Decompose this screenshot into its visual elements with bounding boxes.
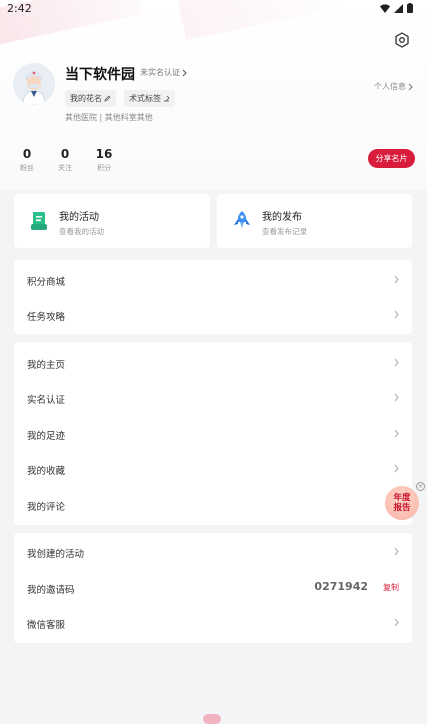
chevron-right-icon	[394, 275, 399, 284]
signal-icon	[394, 3, 403, 13]
menu-item-invite-code: 我的邀请码 0271942 复制	[14, 570, 412, 605]
my-posts-card[interactable]: 我的发布 查看发布记录	[217, 194, 412, 248]
chevron-right-icon	[394, 464, 399, 473]
status-time: 2:42	[7, 2, 32, 15]
my-activities-title: 我的活动	[59, 212, 99, 223]
activity-icon	[31, 212, 47, 230]
verify-status-label: 未实名认证	[140, 68, 180, 77]
menu-item-label: 我的收藏	[27, 466, 66, 477]
stat-following-value: 0	[60, 147, 70, 161]
menu-item-comments[interactable]: 我的评论	[14, 487, 412, 522]
menu-item-label: 微信客服	[27, 620, 66, 631]
chevron-right-icon	[408, 83, 413, 90]
profile-name: 当下软件园	[65, 67, 135, 83]
menu-item-label: 任务攻略	[27, 312, 66, 323]
chevron-right-icon	[394, 310, 399, 319]
my-activities-card[interactable]: 我的活动 查看我的活动	[14, 194, 210, 248]
nickname-tag[interactable]: 我的花名	[65, 90, 116, 107]
menu-item-label: 我创建的活动	[27, 549, 85, 560]
menu-item-label: 我的足迹	[27, 431, 66, 442]
invite-code-value: 0271942	[314, 580, 368, 593]
bottom-indicator	[203, 714, 221, 724]
menu-item-label: 我的主页	[27, 360, 66, 371]
annual-report-line1: 年度	[393, 493, 411, 503]
menu-item-wechat-service[interactable]: 微信客服	[14, 605, 412, 640]
annual-report-badge[interactable]: 年度 报告	[385, 486, 419, 520]
status-bar: 2:42	[0, 0, 427, 18]
menu-item-created-activities[interactable]: 我创建的活动	[14, 534, 412, 569]
close-icon[interactable]: ✕	[416, 482, 425, 491]
chevron-right-icon	[394, 618, 399, 627]
stat-points[interactable]: 16 积分	[93, 147, 115, 173]
rocket-icon	[234, 211, 250, 228]
menu-item-label: 我的评论	[27, 502, 66, 513]
chevron-right-icon	[394, 358, 399, 367]
menu-item-footprints[interactable]: 我的足迹	[14, 416, 412, 451]
menu-item-label: 我的邀请码	[27, 585, 75, 596]
stat-fans-value: 0	[22, 147, 32, 161]
hospital-department: 其他医院 | 其他科室其他	[65, 113, 153, 122]
menu-item-favorites[interactable]: 我的收藏	[14, 451, 412, 486]
tag-add-icon	[164, 95, 170, 102]
menu-item-label: 积分商城	[27, 277, 66, 288]
wifi-icon	[380, 3, 390, 13]
menu-item-label: 实名认证	[27, 395, 66, 406]
doctor-avatar-icon	[13, 63, 55, 105]
my-activities-subtitle: 查看我的活动	[59, 227, 104, 236]
settings-gear-icon[interactable]	[394, 32, 410, 48]
status-icons	[380, 3, 413, 13]
my-posts-title: 我的发布	[262, 212, 302, 223]
stat-fans[interactable]: 0 粉丝	[17, 147, 37, 173]
stat-following-label: 关注	[58, 164, 72, 172]
stat-following[interactable]: 0 关注	[54, 147, 76, 173]
technique-tag[interactable]: 术式标签	[124, 90, 175, 107]
menu-item-task-guide[interactable]: 任务攻略	[14, 297, 412, 332]
menu-item-real-name-verify[interactable]: 实名认证	[14, 380, 412, 415]
stat-points-label: 积分	[97, 164, 111, 172]
menu-item-points-mall[interactable]: 积分商城	[14, 262, 412, 297]
profile-tags: 我的花名 术式标签	[65, 90, 175, 107]
stat-points-value: 16	[95, 147, 113, 161]
verify-status-link[interactable]: 未实名认证	[140, 67, 187, 78]
personal-info-link[interactable]: 个人信息	[374, 81, 413, 92]
chevron-right-icon	[394, 393, 399, 402]
edit-pencil-icon	[104, 95, 111, 102]
chevron-right-icon	[182, 69, 187, 76]
battery-icon	[407, 3, 413, 13]
technique-tag-label: 术式标签	[129, 94, 161, 103]
stat-fans-label: 粉丝	[20, 164, 34, 172]
share-card-button[interactable]: 分享名片	[368, 149, 415, 168]
my-posts-subtitle: 查看发布记录	[262, 227, 307, 236]
personal-info-label: 个人信息	[374, 82, 406, 91]
chevron-right-icon	[394, 547, 399, 556]
annual-report-line2: 报告	[393, 503, 411, 513]
nickname-tag-label: 我的花名	[70, 94, 102, 103]
menu-item-homepage[interactable]: 我的主页	[14, 345, 412, 380]
copy-invite-code-button[interactable]: 复制	[383, 582, 399, 593]
avatar[interactable]	[13, 63, 55, 105]
chevron-right-icon	[394, 429, 399, 438]
